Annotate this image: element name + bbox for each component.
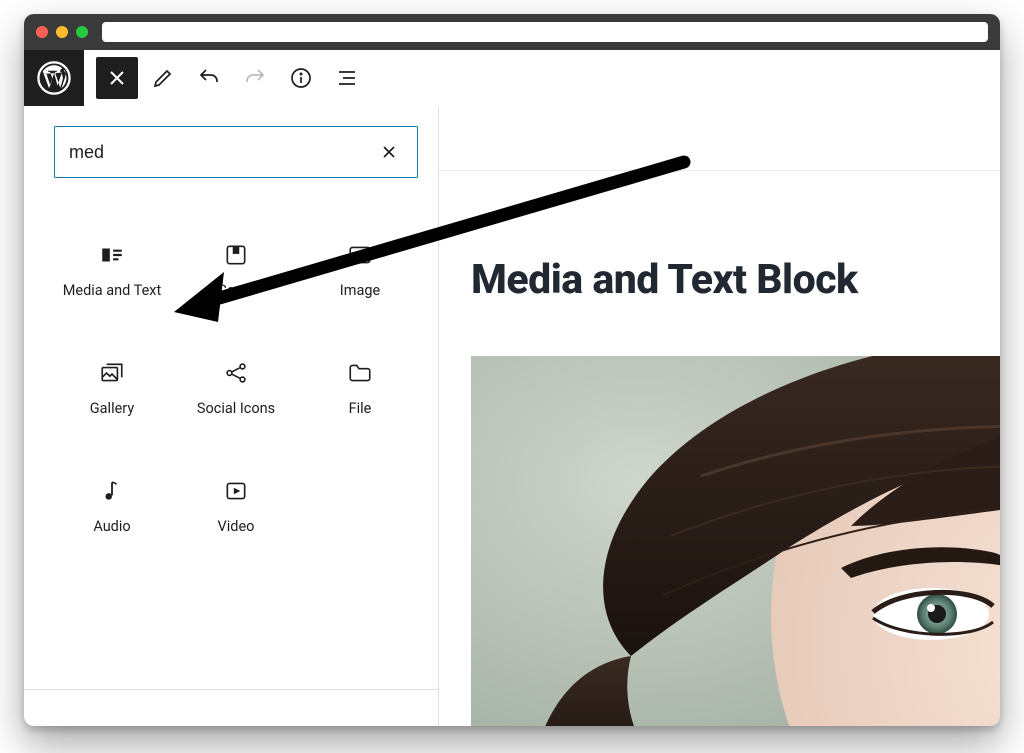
wordpress-icon: [37, 61, 71, 95]
traffic-lights: [36, 26, 88, 38]
editor-toolbar: [24, 50, 1000, 106]
search-input[interactable]: [69, 142, 375, 163]
window-minimize-dot[interactable]: [56, 26, 68, 38]
block-results-grid: Media and Text Cover Image: [54, 224, 418, 570]
wordpress-logo[interactable]: [24, 50, 84, 106]
block-item-social-icons[interactable]: Social Icons: [178, 342, 294, 452]
close-icon: [379, 142, 399, 162]
block-item-gallery[interactable]: Gallery: [54, 342, 170, 452]
block-inserter-panel: Media and Text Cover Image: [24, 106, 439, 726]
audio-icon: [99, 478, 125, 504]
window-close-dot[interactable]: [36, 26, 48, 38]
block-item-cover[interactable]: Cover: [178, 224, 294, 334]
block-label: Cover: [217, 282, 254, 301]
block-search-field[interactable]: [54, 126, 418, 178]
image-icon: [347, 242, 373, 268]
block-label: Video: [218, 518, 255, 537]
video-icon: [223, 478, 249, 504]
pencil-icon: [151, 66, 175, 90]
block-item-video[interactable]: Video: [178, 460, 294, 570]
edit-button[interactable]: [142, 57, 184, 99]
editor-content: Media and Text Cover Image: [24, 106, 1000, 726]
block-item-audio[interactable]: Audio: [54, 460, 170, 570]
block-label: Social Icons: [197, 400, 275, 419]
editor-canvas[interactable]: Media and Text Block: [439, 106, 1000, 726]
block-label: Image: [340, 282, 380, 301]
info-icon: [289, 66, 313, 90]
divider: [24, 689, 438, 690]
block-item-file[interactable]: File: [302, 342, 418, 452]
media-text-block-image[interactable]: [471, 356, 1000, 726]
outline-button[interactable]: [326, 57, 368, 99]
block-label: Media and Text: [63, 282, 162, 301]
undo-icon: [197, 66, 221, 90]
block-label: Audio: [93, 518, 130, 537]
close-inserter-button[interactable]: [96, 57, 138, 99]
portrait-image: [471, 356, 1000, 726]
folder-icon: [347, 360, 373, 386]
block-item-media-text[interactable]: Media and Text: [54, 224, 170, 334]
separator: [439, 170, 1000, 171]
window-zoom-dot[interactable]: [76, 26, 88, 38]
block-label: File: [349, 400, 372, 419]
post-title[interactable]: Media and Text Block: [471, 256, 980, 304]
block-label: Gallery: [90, 400, 134, 419]
share-icon: [223, 360, 249, 386]
browser-window: Media and Text Cover Image: [24, 14, 1000, 726]
url-bar[interactable]: [102, 22, 988, 42]
redo-icon: [243, 66, 267, 90]
clear-search-button[interactable]: [375, 138, 403, 166]
titlebar: [24, 14, 1000, 50]
cover-icon: [223, 242, 249, 268]
undo-button[interactable]: [188, 57, 230, 99]
info-button[interactable]: [280, 57, 322, 99]
block-item-image[interactable]: Image: [302, 224, 418, 334]
outline-icon: [335, 66, 359, 90]
redo-button[interactable]: [234, 57, 276, 99]
gallery-icon: [99, 360, 125, 386]
close-icon: [105, 66, 129, 90]
media-text-icon: [99, 242, 125, 268]
